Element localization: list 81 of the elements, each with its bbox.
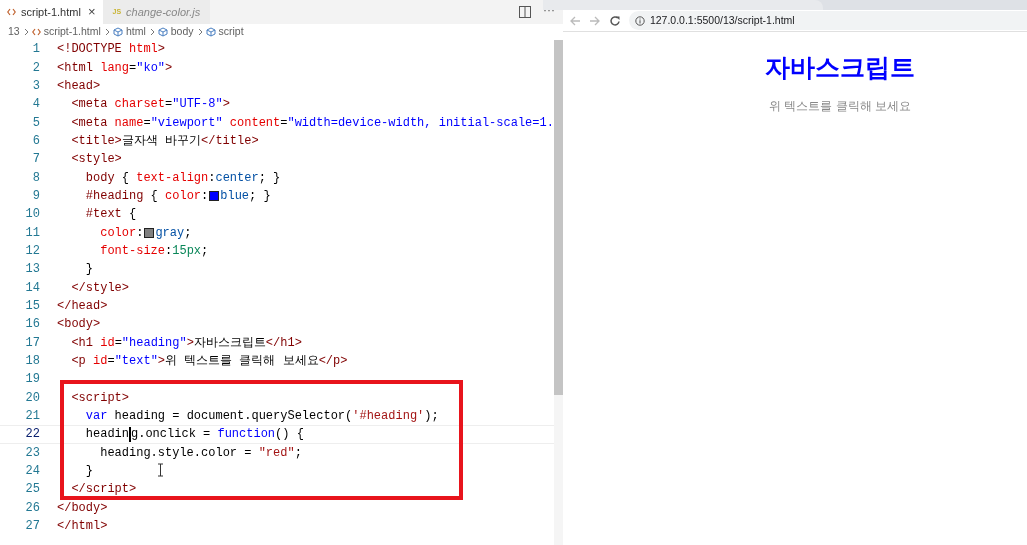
color-swatch[interactable] (144, 227, 155, 238)
color-swatch[interactable] (209, 190, 220, 201)
code-line: </script> (70, 481, 137, 499)
address-bar[interactable]: 127.0.0.1:5500/13/script-1.html (628, 11, 1027, 30)
code-line: <meta charset="UTF-8"> (70, 96, 230, 114)
line-number: 24 (24, 463, 40, 481)
info-icon (634, 15, 645, 26)
code-line: } (84, 463, 93, 481)
code-line: <!DOCTYPE html> (57, 41, 166, 59)
line-number: 5 (31, 114, 40, 132)
line-number: 11 (24, 224, 40, 242)
chevron-icon (196, 28, 203, 36)
line-number: 19 (24, 371, 40, 389)
line-number: 17 (24, 334, 40, 352)
page-heading[interactable]: 자바스크립트 (764, 50, 915, 84)
line-number: 13 (24, 261, 40, 279)
line-number: 7 (31, 151, 40, 169)
code-line: </body> (57, 499, 108, 517)
code-line: <head> (57, 77, 101, 95)
line-number: 16 (24, 316, 40, 334)
editor-tab[interactable]: script-1.html × (0, 0, 103, 24)
text-cursor-icon (157, 463, 164, 477)
url-text: 127.0.0.1:5500/13/script-1.html (649, 12, 795, 28)
breadcrumb-item[interactable]: html (125, 24, 146, 40)
split-editor-icon[interactable] (518, 6, 531, 18)
breadcrumb-item[interactable]: script (218, 24, 244, 40)
code-line: headin g.onclick = function() { (84, 425, 304, 444)
close-tab-button[interactable]: × (87, 2, 96, 22)
line-number: 15 (24, 298, 40, 315)
cube-icon (157, 27, 168, 37)
code-line: </head> (57, 298, 108, 315)
line-number: 3 (31, 77, 40, 95)
code-line: <body> (57, 316, 101, 334)
cube-icon (112, 27, 123, 37)
chevron-icon (103, 28, 110, 36)
cube-icon (205, 27, 216, 37)
page-text: 위 텍스트를 클릭해 보세요 (768, 98, 911, 115)
code-line: var heading = document.querySelector('#heading'); (84, 408, 439, 426)
code-line: body { text-align:center; } (84, 169, 281, 187)
code-file-icon (7, 8, 16, 16)
line-number: 18 (24, 353, 40, 370)
line-number: 10 (24, 206, 40, 224)
line-number: 14 (24, 279, 40, 297)
chevron-icon (22, 28, 29, 36)
code-line: <p id="text">위 텍스트를 클릭해 보세요</p> (70, 353, 348, 370)
code-line: #heading { color: blue; } (84, 187, 271, 205)
breadcrumb-item[interactable]: 13 (8, 24, 20, 40)
line-number: 6 (31, 132, 40, 150)
line-number: 22 (24, 426, 40, 444)
line-number: 25 (24, 481, 40, 499)
line-number: 12 (24, 242, 40, 260)
code-line: <script> (70, 389, 129, 407)
line-number: 26 (24, 499, 40, 517)
scrollbar-thumb[interactable] (553, 40, 563, 395)
line-number: 27 (24, 518, 40, 536)
line-number: 2 (31, 59, 40, 77)
code-file-icon (31, 28, 41, 36)
code-line: <title>글자색 바꾸기</title> (70, 132, 259, 150)
code-line: color: gray; (99, 224, 192, 242)
line-number: 20 (24, 389, 40, 407)
code-line: #text { (84, 206, 137, 224)
code-line: <style> (70, 151, 122, 169)
breadcrumb-item[interactable]: script-1.html (43, 24, 101, 40)
line-number: 8 (31, 169, 40, 187)
reload-icon[interactable] (608, 14, 621, 27)
code-line: </style> (70, 279, 129, 297)
code-line: heading.style.color = "red"; (99, 444, 302, 462)
line-number: 9 (31, 187, 40, 205)
breadcrumb-item[interactable]: body (170, 24, 194, 40)
line-number: 4 (31, 96, 40, 114)
code-line: } (84, 261, 93, 279)
text-caret (129, 426, 131, 442)
line-number: 1 (31, 41, 40, 59)
code-line: <meta name="viewport" content="width=device-width, initial-scale=1. (70, 114, 554, 132)
line-number: 21 (24, 408, 40, 426)
code-line: <html lang="ko"> (57, 59, 173, 77)
code-line: </html> (57, 518, 108, 536)
code-line: <h1 id="heading">자바스크립트</h1> (70, 334, 302, 352)
line-number: 23 (24, 444, 40, 462)
code-line: font-size:15px; (99, 242, 209, 260)
chevron-icon (148, 28, 155, 36)
